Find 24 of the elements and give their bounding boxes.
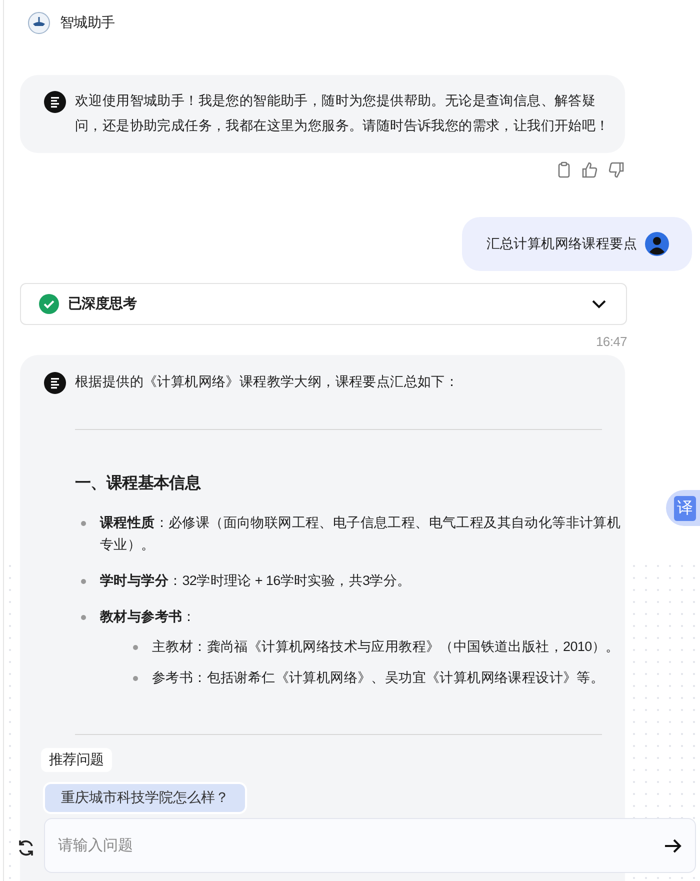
suggestions-title: 推荐问题 — [41, 748, 112, 772]
user-avatar-icon — [645, 232, 669, 256]
list-item: 参考书：包括谢希仁《计算机网络》、吴功宜《计算机网络课程设计》等。 — [152, 669, 606, 687]
message-text: 欢迎使用智城助手！我是您的智能助手，随时为您提供帮助。无论是查询信息、解答疑问，还是协助完成任务，我都在这里为您服务。请随时告诉我您的需求，让我们开始吧！ — [75, 92, 610, 135]
bot-avatar-icon — [44, 372, 66, 394]
thinking-label: 已深度思考 — [68, 295, 138, 313]
bot-avatar-icon — [44, 91, 66, 113]
logo-icon — [28, 12, 50, 34]
app-title: 智城助手 — [60, 14, 115, 32]
list-item: 学时与学分：32学时理论 + 16学时实验，共3学分。 — [100, 572, 412, 590]
check-icon — [39, 294, 59, 314]
message-text: 根据提供的《计算机网络》课程教学大纲，课程要点汇总如下： — [75, 373, 459, 391]
list-item: 教材与参考书： — [100, 608, 197, 626]
message-text: 汇总计算机网络课程要点 — [486, 235, 637, 253]
section-heading: 一、课程基本信息 — [75, 474, 202, 494]
suggested-question[interactable]: 重庆城市科技学院怎么样？ — [45, 784, 245, 812]
refresh-icon[interactable] — [16, 838, 36, 858]
list-item: 课程性质：必修课（面向物联网工程、电子信息工程、电气工程及其自动化等非计算机专业）。 — [100, 514, 621, 554]
timestamp: 16:47 — [594, 334, 627, 349]
list-item: 主教材：龚尚福《计算机网络技术与应用教程》（中国铁道出版社，2010）。 — [152, 638, 620, 656]
thumbs-down-icon[interactable] — [607, 161, 625, 179]
thinking-panel[interactable]: 已深度思考 — [20, 283, 627, 325]
question-input[interactable]: 请输入问题 — [44, 818, 696, 873]
thumbs-up-icon[interactable] — [581, 161, 599, 179]
